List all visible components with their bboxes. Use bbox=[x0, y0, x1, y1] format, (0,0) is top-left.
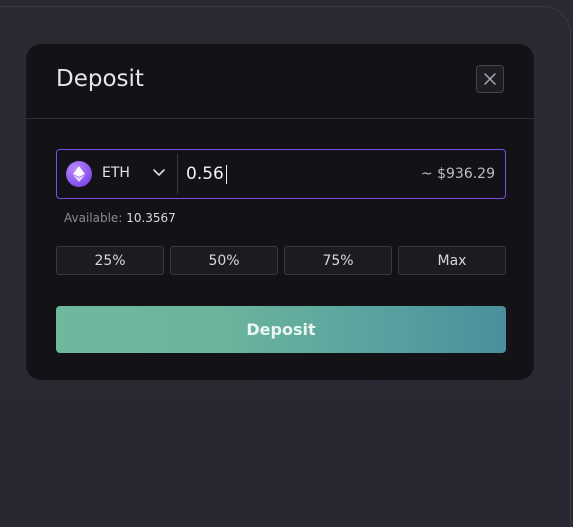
token-selector[interactable]: ETH bbox=[57, 150, 177, 198]
text-caret bbox=[226, 165, 227, 184]
usd-estimate: ~ $936.29 bbox=[420, 166, 495, 182]
amount-field: ETH ~ $936.29 bbox=[56, 149, 506, 199]
percent-75-button[interactable]: 75% bbox=[284, 246, 392, 275]
deposit-button[interactable]: Deposit bbox=[56, 306, 506, 353]
available-value: 10.3567 bbox=[126, 211, 176, 225]
available-balance: Available: 10.3567 bbox=[64, 211, 176, 225]
percent-buttons: 25% 50% 75% Max bbox=[56, 246, 506, 275]
available-label: Available: bbox=[64, 211, 123, 225]
close-button[interactable] bbox=[476, 65, 504, 93]
modal-header: Deposit bbox=[26, 44, 534, 119]
ethereum-icon bbox=[66, 161, 92, 187]
token-symbol: ETH bbox=[102, 165, 130, 181]
field-divider bbox=[177, 154, 178, 194]
max-button[interactable]: Max bbox=[398, 246, 506, 275]
modal-title: Deposit bbox=[56, 66, 144, 92]
percent-50-button[interactable]: 50% bbox=[170, 246, 278, 275]
close-icon bbox=[484, 73, 496, 85]
deposit-modal: Deposit ETH ~ $936.29 Available: bbox=[25, 43, 535, 381]
percent-25-button[interactable]: 25% bbox=[56, 246, 164, 275]
chevron-down-icon bbox=[153, 169, 165, 176]
amount-input[interactable] bbox=[186, 157, 366, 191]
